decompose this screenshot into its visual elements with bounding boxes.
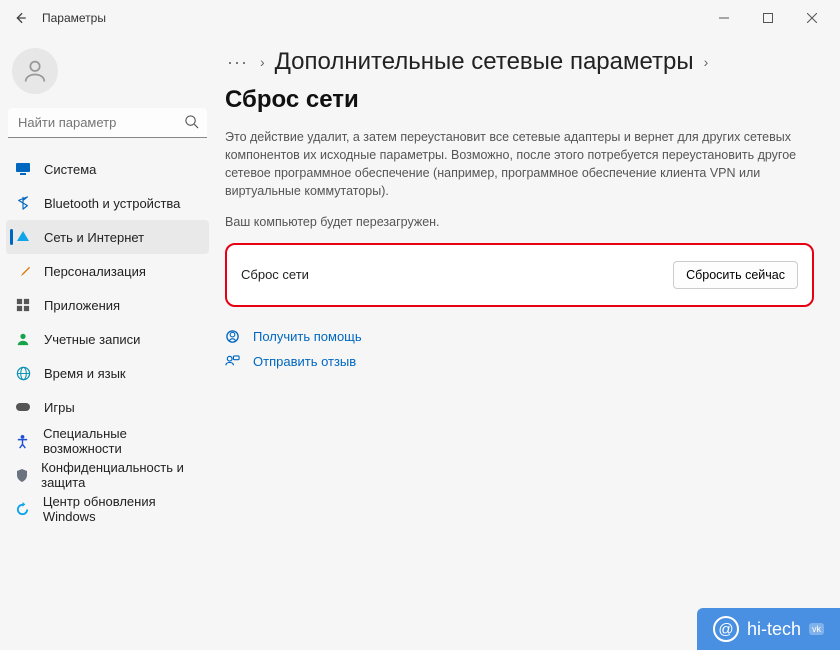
sidebar-item-label: Персонализация — [44, 264, 146, 279]
breadcrumb: ··· › Дополнительные сетевые параметры ›… — [225, 48, 814, 114]
sidebar-item-label: Приложения — [44, 298, 120, 313]
minimize-button[interactable] — [702, 3, 746, 33]
sidebar-item-personalization[interactable]: Персонализация — [6, 254, 209, 288]
chevron-right-icon: › — [704, 54, 709, 70]
main-content: ··· › Дополнительные сетевые параметры ›… — [215, 36, 840, 650]
search-input[interactable] — [8, 108, 207, 138]
sidebar-item-label: Сеть и Интернет — [44, 230, 144, 245]
accessibility-icon — [14, 432, 31, 450]
sidebar-item-label: Система — [44, 162, 96, 177]
sidebar-item-privacy[interactable]: Конфиденциальность и защита — [6, 458, 209, 492]
search-box — [8, 108, 207, 138]
network-reset-card: Сброс сети Сбросить сейчас — [225, 243, 814, 307]
sidebar-item-label: Bluetooth и устройства — [44, 196, 180, 211]
reboot-note: Ваш компьютер будет перезагружен. — [225, 215, 814, 229]
sidebar-item-gaming[interactable]: Игры — [6, 390, 209, 424]
sidebar-item-label: Специальные возможности — [43, 426, 201, 456]
help-icon — [225, 329, 241, 344]
sidebar-item-apps[interactable]: Приложения — [6, 288, 209, 322]
brush-icon — [14, 262, 32, 280]
apps-icon — [14, 296, 32, 314]
sidebar-item-accounts[interactable]: Учетные записи — [6, 322, 209, 356]
globe-icon — [14, 364, 32, 382]
titlebar: Параметры — [0, 0, 840, 36]
reset-now-button[interactable]: Сбросить сейчас — [673, 261, 798, 289]
bluetooth-icon — [14, 194, 32, 212]
sidebar-item-bluetooth[interactable]: Bluetooth и устройства — [6, 186, 209, 220]
user-icon — [14, 330, 32, 348]
game-icon — [14, 398, 32, 416]
watermark-text: hi-tech — [747, 619, 801, 640]
sidebar: Система Bluetooth и устройства Сеть и Ин… — [0, 36, 215, 650]
monitor-icon — [14, 160, 32, 178]
feedback-icon — [225, 354, 241, 369]
avatar[interactable] — [12, 48, 58, 94]
help-link-row: Получить помощь — [225, 329, 814, 344]
window-title: Параметры — [42, 11, 106, 25]
window-controls — [702, 3, 834, 33]
wifi-icon — [14, 228, 32, 246]
sidebar-item-label: Учетные записи — [44, 332, 140, 347]
update-icon — [14, 500, 31, 518]
sidebar-item-time-language[interactable]: Время и язык — [6, 356, 209, 390]
chevron-right-icon: › — [260, 54, 265, 70]
sidebar-item-accessibility[interactable]: Специальные возможности — [6, 424, 209, 458]
sidebar-item-windows-update[interactable]: Центр обновления Windows — [6, 492, 209, 526]
maximize-button[interactable] — [746, 3, 790, 33]
breadcrumb-more[interactable]: ··· — [225, 52, 250, 73]
shield-icon — [14, 466, 29, 484]
sidebar-item-network[interactable]: Сеть и Интернет — [6, 220, 209, 254]
page-title: Сброс сети — [225, 86, 359, 114]
breadcrumb-parent[interactable]: Дополнительные сетевые параметры — [275, 48, 694, 76]
vk-badge: vk — [809, 623, 824, 635]
get-help-link[interactable]: Получить помощь — [253, 329, 362, 344]
search-icon — [184, 114, 199, 132]
sidebar-item-label: Конфиденциальность и защита — [41, 460, 201, 490]
watermark: @ hi-tech vk — [697, 608, 840, 650]
card-label: Сброс сети — [241, 267, 309, 282]
feedback-link-row: Отправить отзыв — [225, 354, 814, 369]
close-button[interactable] — [790, 3, 834, 33]
at-icon: @ — [713, 616, 739, 642]
back-button[interactable] — [6, 4, 34, 32]
sidebar-item-label: Время и язык — [44, 366, 126, 381]
sidebar-item-label: Игры — [44, 400, 75, 415]
sidebar-item-system[interactable]: Система — [6, 152, 209, 186]
sidebar-item-label: Центр обновления Windows — [43, 494, 201, 524]
feedback-link[interactable]: Отправить отзыв — [253, 354, 356, 369]
description-text: Это действие удалит, а затем переустанов… — [225, 128, 814, 201]
